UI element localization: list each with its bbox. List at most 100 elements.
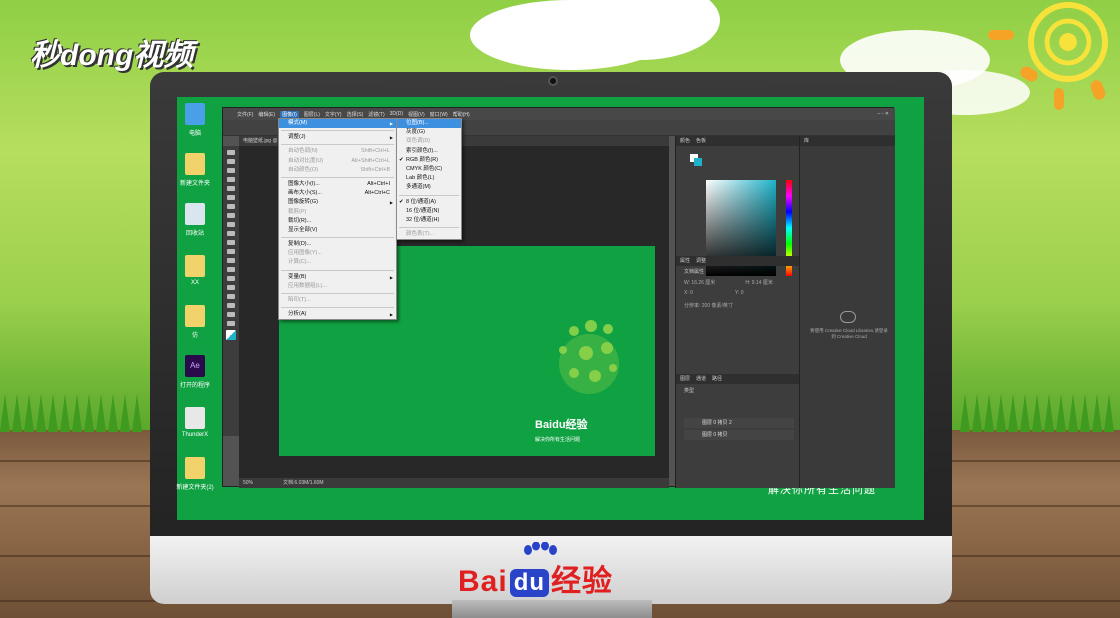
magic-wand-tool-icon[interactable] [227,177,235,182]
shortcut-label: Shift+Ctrl+L [360,148,390,155]
creative-cloud-icon [840,311,856,323]
menu-type[interactable]: 文字(Y) [325,111,342,118]
image-menu-item-label: 裁切(R)... [288,217,312,224]
layer-row[interactable]: 图层 0 拷贝 2 [684,418,794,428]
hand-tool-icon[interactable] [227,312,235,317]
desktop-icon-computer[interactable]: 电脑 [175,103,215,137]
tab-layers[interactable]: 图层 [680,374,690,384]
history-brush-tool-icon[interactable] [227,231,235,236]
props-y[interactable]: Y: 0 [735,290,744,296]
image-menu-item[interactable]: 画布大小(S)... Alt+Ctrl+C [279,189,396,198]
tab-paths[interactable]: 路径 [712,374,722,384]
desktop-icon-thunderx[interactable]: ThunderX [175,407,215,438]
window-controls[interactable]: – ▫ ✕ [877,111,889,117]
desktop-icon-recycle-bin[interactable]: 回收站 [175,203,215,237]
background-color-swatch[interactable] [694,158,702,166]
gradient-tool-icon[interactable] [227,249,235,254]
healing-tool-icon[interactable] [227,204,235,209]
desktop-icon-folder-2[interactable]: 仿 [175,305,215,339]
image-menu-item-label: 裁剪(P) [288,208,307,215]
menu-edit[interactable]: 编辑(E) [258,111,275,118]
props-resolution: 分辨率: 200 像素/英寸 [684,303,733,309]
props-x[interactable]: X: 0 [684,290,693,296]
image-menu-item[interactable]: 模式(M) ▶ [279,119,396,129]
mode-menu-item[interactable]: 灰度(G) [397,128,461,137]
image-menu-item[interactable]: 调整(J) ▶ [279,133,396,142]
zoom-tool-icon[interactable] [227,321,235,326]
image-menu-item[interactable]: 分析(A) ▶ [279,310,396,319]
dodge-tool-icon[interactable] [227,267,235,272]
desktop-icon-folder[interactable]: 新建文件夹 [175,153,215,187]
sun-icon [1028,2,1108,82]
pen-tool-icon[interactable] [227,276,235,281]
move-tool-icon[interactable] [227,150,235,155]
mode-menu-item-label: 16 位/通道(N) [406,207,440,214]
tab-swatches[interactable]: 色板 [696,136,706,146]
mode-menu-item[interactable]: 32 位/通道(H) [397,216,461,225]
image-menu-item[interactable]: 复制(D)... [279,240,396,249]
menu-filter[interactable]: 滤镜(T) [368,111,384,118]
mode-menu-item[interactable]: CMYK 颜色(C) [397,165,461,174]
marquee-tool-icon[interactable] [227,159,235,164]
stamp-tool-icon[interactable] [227,222,235,227]
mode-menu-item[interactable]: 位图(B)... [397,119,461,129]
menu-image[interactable]: 图像(I) [280,110,299,118]
menu-3d[interactable]: 3D(D) [390,111,403,117]
mode-menu-item[interactable]: Lab 颜色(L) [397,174,461,183]
props-width[interactable]: W: 16.26 厘米 [684,279,715,286]
image-menu-item-label: 画布大小(S)... [288,190,322,197]
brush-tool-icon[interactable] [227,213,235,218]
type-tool-icon[interactable] [227,285,235,290]
menu-layer[interactable]: 图层(L) [304,111,320,118]
desktop-icon-xx[interactable]: XX [175,255,215,286]
image-menu-item[interactable]: 图像旋转(G) ▶ [279,198,396,207]
shape-tool-icon[interactable] [227,303,235,308]
mode-menu-item-label: RGB 颜色(R) [406,156,439,163]
image-menu-item-label: 显示全部(V) [288,226,318,233]
tab-libraries[interactable]: 库 [804,136,809,146]
status-doc-size: 文档:6.03M/1.60M [283,480,324,486]
image-menu-item[interactable]: 变量(B) ▶ [279,273,396,282]
brand-du: du [509,569,550,598]
bulb-dot [585,320,597,332]
submenu-arrow-icon: ▶ [389,121,393,126]
menu-view[interactable]: 视图(V) [408,111,425,118]
desktop-icon-label: ThunderX [181,432,209,438]
mode-menu-item[interactable]: ✔ RGB 颜色(R) [397,156,461,165]
submenu-arrow-icon: ▶ [389,135,393,141]
image-menu-item[interactable]: 图像大小(I)... Alt+Ctrl+I [279,180,396,189]
tab-channels[interactable]: 通道 [696,374,706,384]
desktop-icon-new-folder-2[interactable]: 新建文件夹(2) [175,457,215,491]
layer-row[interactable]: 图层 0 拷贝 [684,430,794,440]
mode-menu-item[interactable]: 16 位/通道(N) [397,207,461,216]
image-menu-item[interactable]: 显示全部(V) [279,226,396,235]
bulb-dot [569,368,579,378]
mode-menu-item[interactable]: ✔ 8 位/通道(A) [397,198,461,207]
tab-color[interactable]: 颜色 [680,136,690,146]
desktop-icon-after-effects[interactable]: Ae 打开的程序 [175,355,215,389]
blur-tool-icon[interactable] [227,258,235,263]
image-menu-item[interactable]: 裁切(R)... [279,217,396,226]
menu-file[interactable]: 文件(F) [237,111,253,118]
desktop-icon-label: 回收站 [185,231,204,237]
crop-tool-icon[interactable] [227,186,235,191]
image-menu-item: 自动对比度(U) Alt+Shift+Ctrl+L [279,157,396,166]
status-zoom[interactable]: 50% [243,478,253,488]
mode-menu-item[interactable]: 索引颜色(I)... [397,147,461,156]
color-swatches-icon[interactable] [226,330,236,340]
eyedropper-tool-icon[interactable] [227,195,235,200]
tab-properties[interactable]: 属性 [680,256,690,266]
menu-separator [281,130,394,132]
mode-menu-item[interactable]: 多通道(M) [397,183,461,192]
desktop-icon-label: 仿 [191,333,198,339]
layers-filter[interactable]: 类型 [676,384,800,397]
menu-help[interactable]: 帮助(H) [453,111,470,118]
menu-window[interactable]: 窗口(W) [430,111,448,118]
path-select-tool-icon[interactable] [227,294,235,299]
bulb-dot [603,324,613,334]
menu-select[interactable]: 选择(S) [347,111,364,118]
eraser-tool-icon[interactable] [227,240,235,245]
lasso-tool-icon[interactable] [227,168,235,173]
props-height[interactable]: H: 9.14 厘米 [745,279,773,286]
tab-adjustments[interactable]: 调整 [696,256,706,266]
